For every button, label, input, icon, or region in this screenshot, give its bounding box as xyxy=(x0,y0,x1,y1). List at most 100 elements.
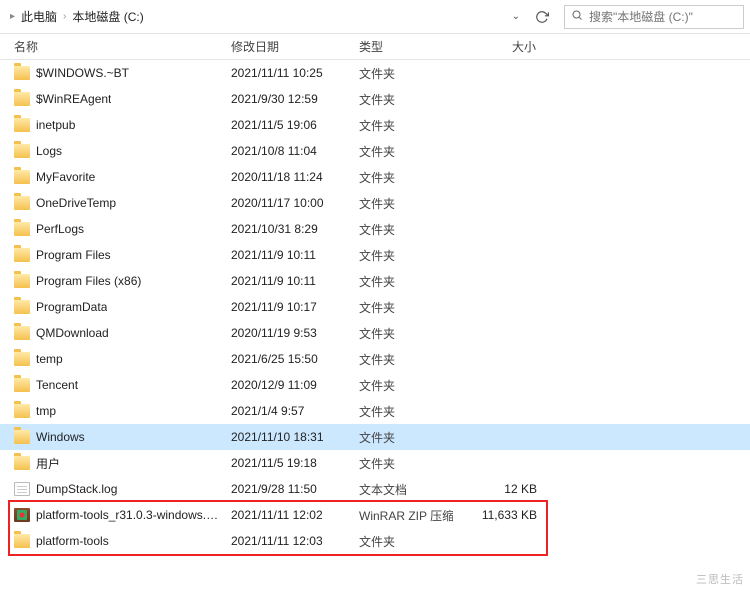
chevron-down-icon[interactable]: ⌄ xyxy=(512,11,520,22)
file-type: 文件夹 xyxy=(353,372,453,398)
file-row[interactable]: temp2021/6/25 15:50文件夹 xyxy=(0,346,750,372)
breadcrumb-seg-drive[interactable]: 本地磁盘 (C:) xyxy=(72,8,143,25)
file-date: 2021/1/4 9:57 xyxy=(225,398,353,424)
file-size: 11,633 KB xyxy=(453,502,543,528)
file-row[interactable]: Windows2021/11/10 18:31文件夹 xyxy=(0,424,750,450)
folder-icon xyxy=(14,248,30,262)
file-date: 2021/11/9 10:11 xyxy=(225,242,353,268)
file-size xyxy=(453,86,543,112)
file-date: 2021/10/31 8:29 xyxy=(225,216,353,242)
file-date: 2021/11/9 10:11 xyxy=(225,268,353,294)
file-row[interactable]: Program Files (x86) 2021/11/9 10:11文件夹 xyxy=(0,268,750,294)
file-size xyxy=(453,190,543,216)
folder-icon xyxy=(14,326,30,340)
file-name: $WinREAgent xyxy=(36,92,111,106)
file-name: platform-tools_r31.0.3-windows.zip xyxy=(36,508,219,522)
breadcrumb[interactable]: ▸ 此电脑 › 本地磁盘 (C:) ⌄ xyxy=(6,5,528,29)
file-date: 2020/12/9 11:09 xyxy=(225,372,353,398)
folder-icon xyxy=(14,300,30,314)
file-row[interactable]: $WINDOWS.~BT 2021/11/11 10:25文件夹 xyxy=(0,60,750,86)
file-row[interactable]: OneDriveTemp2020/11/17 10:00文件夹 xyxy=(0,190,750,216)
file-type: 文件夹 xyxy=(353,398,453,424)
file-name: ProgramData xyxy=(36,300,107,314)
file-size xyxy=(453,268,543,294)
folder-icon xyxy=(14,274,30,288)
file-row[interactable]: platform-tools_r31.0.3-windows.zip2021/1… xyxy=(0,502,750,528)
file-size xyxy=(453,216,543,242)
file-name: Logs xyxy=(36,144,62,158)
file-row[interactable]: Logs2021/10/8 11:04文件夹 xyxy=(0,138,750,164)
column-header-date[interactable]: 修改日期 xyxy=(225,34,353,59)
search-icon xyxy=(571,9,583,24)
file-date: 2021/11/5 19:06 xyxy=(225,112,353,138)
folder-icon xyxy=(14,352,30,366)
file-row[interactable]: ProgramData2021/11/9 10:17文件夹 xyxy=(0,294,750,320)
folder-icon xyxy=(14,92,30,106)
watermark: 三思生活 xyxy=(696,571,744,587)
file-size xyxy=(453,372,543,398)
file-name: PerfLogs xyxy=(36,222,84,236)
file-row[interactable]: tmp2021/1/4 9:57文件夹 xyxy=(0,398,750,424)
file-row[interactable]: DumpStack.log2021/9/28 11:50文本文档12 KB xyxy=(0,476,750,502)
folder-icon xyxy=(14,534,30,548)
file-type: 文件夹 xyxy=(353,320,453,346)
file-date: 2020/11/19 9:53 xyxy=(225,320,353,346)
column-header-name[interactable]: 名称 xyxy=(0,34,225,59)
file-date: 2021/11/5 19:18 xyxy=(225,450,353,476)
file-row[interactable]: inetpub2021/11/5 19:06文件夹 xyxy=(0,112,750,138)
file-type: 文件夹 xyxy=(353,60,453,86)
file-type: 文件夹 xyxy=(353,86,453,112)
file-date: 2021/11/10 18:31 xyxy=(225,424,353,450)
chevron-right-icon: › xyxy=(63,11,66,22)
file-type: 文件夹 xyxy=(353,294,453,320)
file-name: 用户 xyxy=(36,455,60,472)
file-date: 2021/6/25 15:50 xyxy=(225,346,353,372)
file-row[interactable]: Program Files2021/11/9 10:11文件夹 xyxy=(0,242,750,268)
file-size xyxy=(453,60,543,86)
file-size xyxy=(453,138,543,164)
refresh-button[interactable] xyxy=(528,5,556,29)
file-size xyxy=(453,294,543,320)
file-size xyxy=(453,320,543,346)
folder-icon xyxy=(14,196,30,210)
file-row[interactable]: QMDownload2020/11/19 9:53文件夹 xyxy=(0,320,750,346)
file-date: 2021/10/8 11:04 xyxy=(225,138,353,164)
file-size xyxy=(453,398,543,424)
file-date: 2020/11/17 10:00 xyxy=(225,190,353,216)
column-headers: 名称 修改日期 类型 大小 xyxy=(0,34,750,60)
file-type: 文件夹 xyxy=(353,112,453,138)
file-size xyxy=(453,450,543,476)
folder-icon xyxy=(14,222,30,236)
file-type: 文件夹 xyxy=(353,528,453,554)
chevron-right-icon: ▸ xyxy=(10,11,15,22)
file-type: 文件夹 xyxy=(353,424,453,450)
file-type: 文件夹 xyxy=(353,268,453,294)
file-name: DumpStack.log xyxy=(36,482,117,496)
file-name: Program Files (x86) xyxy=(36,274,141,288)
file-row[interactable]: platform-tools2021/11/11 12:03文件夹 xyxy=(0,528,750,554)
file-type: 文件夹 xyxy=(353,164,453,190)
breadcrumb-seg-pc[interactable]: 此电脑 xyxy=(21,8,57,25)
file-size: 12 KB xyxy=(453,476,543,502)
search-input[interactable] xyxy=(589,10,744,24)
file-list: $WINDOWS.~BT2021/11/11 10:25文件夹$WinREAge… xyxy=(0,60,750,554)
file-size xyxy=(453,424,543,450)
file-name: $WINDOWS.~BT xyxy=(36,66,129,80)
file-row[interactable]: 用户 2021/11/5 19:18文件夹 xyxy=(0,450,750,476)
file-type: 文件夹 xyxy=(353,450,453,476)
file-row[interactable]: Tencent2020/12/9 11:09文件夹 xyxy=(0,372,750,398)
file-row[interactable]: $WinREAgent2021/9/30 12:59文件夹 xyxy=(0,86,750,112)
search-box[interactable] xyxy=(564,5,744,29)
file-date: 2021/11/11 10:25 xyxy=(225,60,353,86)
column-header-size[interactable]: 大小 xyxy=(453,34,543,59)
file-row[interactable]: MyFavorite2020/11/18 11:24文件夹 xyxy=(0,164,750,190)
file-row[interactable]: PerfLogs 2021/10/31 8:29文件夹 xyxy=(0,216,750,242)
column-header-type[interactable]: 类型 xyxy=(353,34,453,59)
folder-icon xyxy=(14,118,30,132)
file-type: WinRAR ZIP 压缩… xyxy=(353,502,453,528)
file-size xyxy=(453,112,543,138)
folder-icon xyxy=(14,430,30,444)
file-name: temp xyxy=(36,352,63,366)
file-type: 文件夹 xyxy=(353,216,453,242)
folder-icon xyxy=(14,378,30,392)
